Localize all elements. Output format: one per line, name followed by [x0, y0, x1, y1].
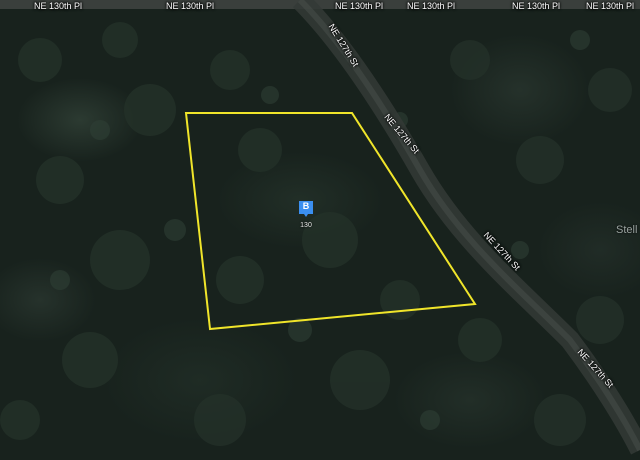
location-marker-icon[interactable]: B	[298, 200, 314, 222]
street-label-ne-130th-pl: NE 130th Pl	[586, 1, 635, 11]
satellite-map[interactable]: NE 130th Pl NE 130th Pl NE 130th Pl NE 1…	[0, 0, 640, 460]
tree-canopy	[0, 22, 632, 446]
street-label-ne-130th-pl: NE 130th Pl	[335, 1, 384, 11]
map-edge-label: Stell	[616, 224, 638, 236]
marker-badge: B	[302, 201, 310, 211]
street-label-ne-130th-pl: NE 130th Pl	[34, 1, 83, 11]
street-label-ne-130th-pl: NE 130th Pl	[166, 1, 215, 11]
street-label-ne-130th-pl: NE 130th Pl	[407, 1, 456, 11]
map-canvas	[0, 0, 640, 455]
marker-id-label: 130	[300, 222, 312, 229]
street-label-ne-130th-pl: NE 130th Pl	[512, 1, 561, 11]
